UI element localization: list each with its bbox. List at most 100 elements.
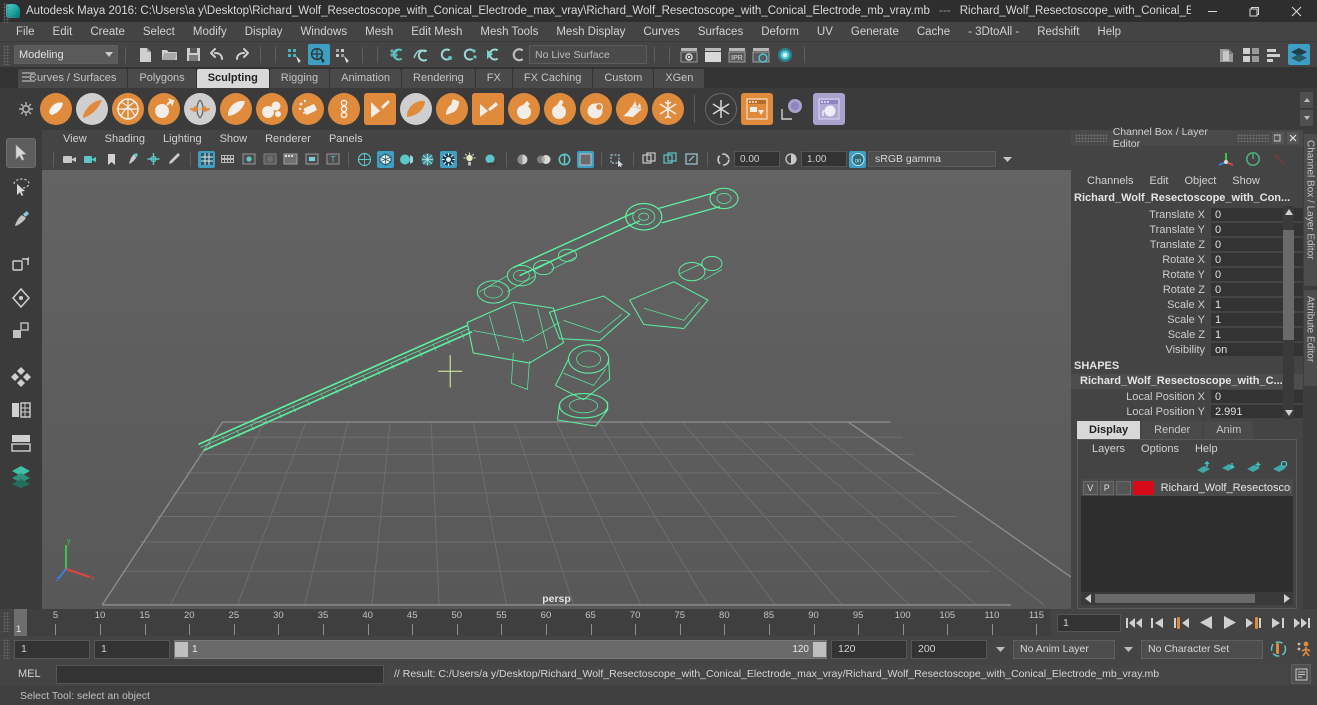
script-editor-icon[interactable]: [1291, 664, 1311, 684]
smooth-tool-icon[interactable]: [76, 93, 108, 125]
toggle-channel-box-icon[interactable]: [1240, 44, 1262, 65]
menu-3dtoall[interactable]: - 3DtoAll -: [959, 22, 1028, 42]
shelf-tab-rigging[interactable]: Rigging: [269, 69, 330, 88]
layer-shading-toggle[interactable]: [1116, 480, 1131, 495]
channel-row-rotate-z[interactable]: Rotate Z 0: [1071, 282, 1303, 297]
render-current-frame-icon[interactable]: [702, 44, 724, 65]
animation-preferences-icon[interactable]: [1294, 638, 1317, 660]
safe-action-icon[interactable]: [303, 151, 320, 168]
layer-menu-help[interactable]: Help: [1187, 443, 1226, 455]
animation-end-field[interactable]: 200: [911, 639, 987, 659]
select-tool-button[interactable]: [6, 138, 36, 168]
auto-keyframe-icon[interactable]: [1267, 638, 1290, 660]
isolate-select-icon[interactable]: [577, 150, 594, 168]
chevron-down-icon[interactable]: [996, 151, 1018, 167]
camera-attributes-icon[interactable]: [82, 151, 99, 168]
menu-create[interactable]: Create: [81, 22, 134, 42]
wireframe-on-shaded-icon[interactable]: [419, 151, 436, 168]
range-end-field[interactable]: 120: [831, 639, 907, 659]
scrape-tool-icon[interactable]: [436, 93, 468, 125]
undock-panel-button[interactable]: [1272, 132, 1284, 144]
anim-layer-selector[interactable]: No Anim Layer: [1013, 639, 1115, 659]
grid-toggle-icon[interactable]: [198, 150, 215, 168]
animation-start-field[interactable]: 1: [14, 639, 90, 659]
shelf-scroll-up-icon[interactable]: [1300, 92, 1313, 108]
layer-list-item[interactable]: V P Richard_Wolf_Resectoscop: [1081, 479, 1293, 496]
ipr-render-icon[interactable]: IPR: [726, 44, 748, 65]
menu-curves[interactable]: Curves: [634, 22, 688, 42]
film-origin-icon[interactable]: [282, 151, 299, 168]
3d-viewport[interactable]: y x z persp: [42, 170, 1071, 609]
menu-mesh-display[interactable]: Mesh Display: [547, 22, 634, 42]
shelf-menu-icon[interactable]: [22, 72, 35, 83]
scroll-right-icon[interactable]: [1280, 594, 1293, 603]
play-backwards-icon[interactable]: [1194, 612, 1217, 634]
viewport-menu-shading[interactable]: Shading: [96, 133, 154, 145]
menu-display[interactable]: Display: [236, 22, 292, 42]
shadows-icon[interactable]: [482, 151, 499, 168]
channel-row-visibility[interactable]: Visibility on: [1071, 342, 1303, 357]
undo-icon[interactable]: [206, 44, 228, 65]
imprint-tool-icon[interactable]: [364, 93, 396, 125]
range-start-handle[interactable]: [175, 641, 188, 657]
step-forward-frame-icon[interactable]: [1266, 612, 1289, 634]
current-time-indicator[interactable]: 1: [14, 609, 27, 636]
shelf-tab-fx-caching[interactable]: FX Caching: [512, 69, 593, 88]
amplify-tool-icon[interactable]: [616, 93, 648, 125]
xray-active-components-icon[interactable]: [662, 151, 679, 168]
snap-to-grid-icon[interactable]: [386, 44, 408, 65]
channel-box-shape-name[interactable]: Richard_Wolf_Resectoscope_with_C...: [1071, 374, 1303, 389]
menu-mesh-tools[interactable]: Mesh Tools: [471, 22, 547, 42]
paint-select-tool-button[interactable]: [6, 204, 36, 234]
select-camera-icon[interactable]: [61, 151, 78, 168]
freeze-selection-icon[interactable]: [705, 93, 737, 125]
lasso-select-tool-button[interactable]: [6, 171, 36, 201]
exposure-icon[interactable]: [683, 151, 700, 168]
channel-row-translate-z[interactable]: Translate Z 0: [1071, 237, 1303, 252]
layer-playback-toggle[interactable]: P: [1099, 480, 1114, 495]
channel-row-local-position-x[interactable]: Local Position X 0: [1071, 389, 1303, 404]
channel-box-scrollbar[interactable]: [1283, 206, 1294, 419]
color-space-selector[interactable]: sRGB gamma: [868, 151, 996, 167]
step-back-frame-icon[interactable]: [1146, 612, 1169, 634]
open-scene-icon[interactable]: [158, 44, 180, 65]
channel-row-translate-x[interactable]: Translate X 0: [1071, 207, 1303, 222]
menu-select[interactable]: Select: [134, 22, 184, 42]
shelf-tab-animation[interactable]: Animation: [330, 69, 402, 88]
render-settings-icon[interactable]: [750, 44, 772, 65]
cycle-check-icon[interactable]: [1245, 151, 1261, 167]
convert-icon[interactable]: [813, 93, 845, 125]
shelf-tab-custom[interactable]: Custom: [593, 69, 654, 88]
move-layer-down-icon[interactable]: [1221, 461, 1236, 474]
relax-tool-icon[interactable]: [112, 93, 144, 125]
shelf-scroll-buttons[interactable]: [1300, 92, 1313, 126]
viewport-menu-renderer[interactable]: Renderer: [256, 133, 320, 145]
gamma-adjust-icon[interactable]: [782, 151, 799, 168]
menu-mesh[interactable]: Mesh: [356, 22, 402, 42]
save-scene-icon[interactable]: [182, 44, 204, 65]
scale-tool-button[interactable]: [6, 316, 36, 346]
toggle-attribute-editor-icon[interactable]: [1216, 44, 1238, 65]
channel-row-rotate-y[interactable]: Rotate Y 0: [1071, 267, 1303, 282]
xray-joints-icon[interactable]: [641, 151, 658, 168]
current-frame-field[interactable]: 1: [1057, 613, 1121, 632]
time-slider-grip[interactable]: [3, 612, 10, 632]
range-end-handle[interactable]: [813, 641, 826, 657]
menu-windows[interactable]: Windows: [291, 22, 356, 42]
wax-tool-icon[interactable]: [400, 93, 432, 125]
pinch-tool-icon[interactable]: [184, 93, 216, 125]
scroll-up-icon[interactable]: [1283, 206, 1294, 218]
grab-tool-icon[interactable]: [148, 93, 180, 125]
toggle-tool-settings-icon[interactable]: [1264, 44, 1286, 65]
new-scene-icon[interactable]: [134, 44, 156, 65]
menu-deform[interactable]: Deform: [752, 22, 808, 42]
show-render-view-icon[interactable]: [678, 44, 700, 65]
command-line-grip[interactable]: [3, 3, 10, 23]
channel-row-translate-y[interactable]: Translate Y 0: [1071, 222, 1303, 237]
menu-modify[interactable]: Modify: [184, 22, 236, 42]
time-slider[interactable]: 1 5 10 15 20 25 30 35 40 45 50 55 60 65 …: [14, 609, 1051, 636]
move-layer-up-icon[interactable]: [1196, 460, 1211, 474]
menu-help[interactable]: Help: [1088, 22, 1130, 42]
go-to-start-icon[interactable]: [1122, 612, 1145, 634]
menu-file[interactable]: File: [7, 22, 44, 42]
